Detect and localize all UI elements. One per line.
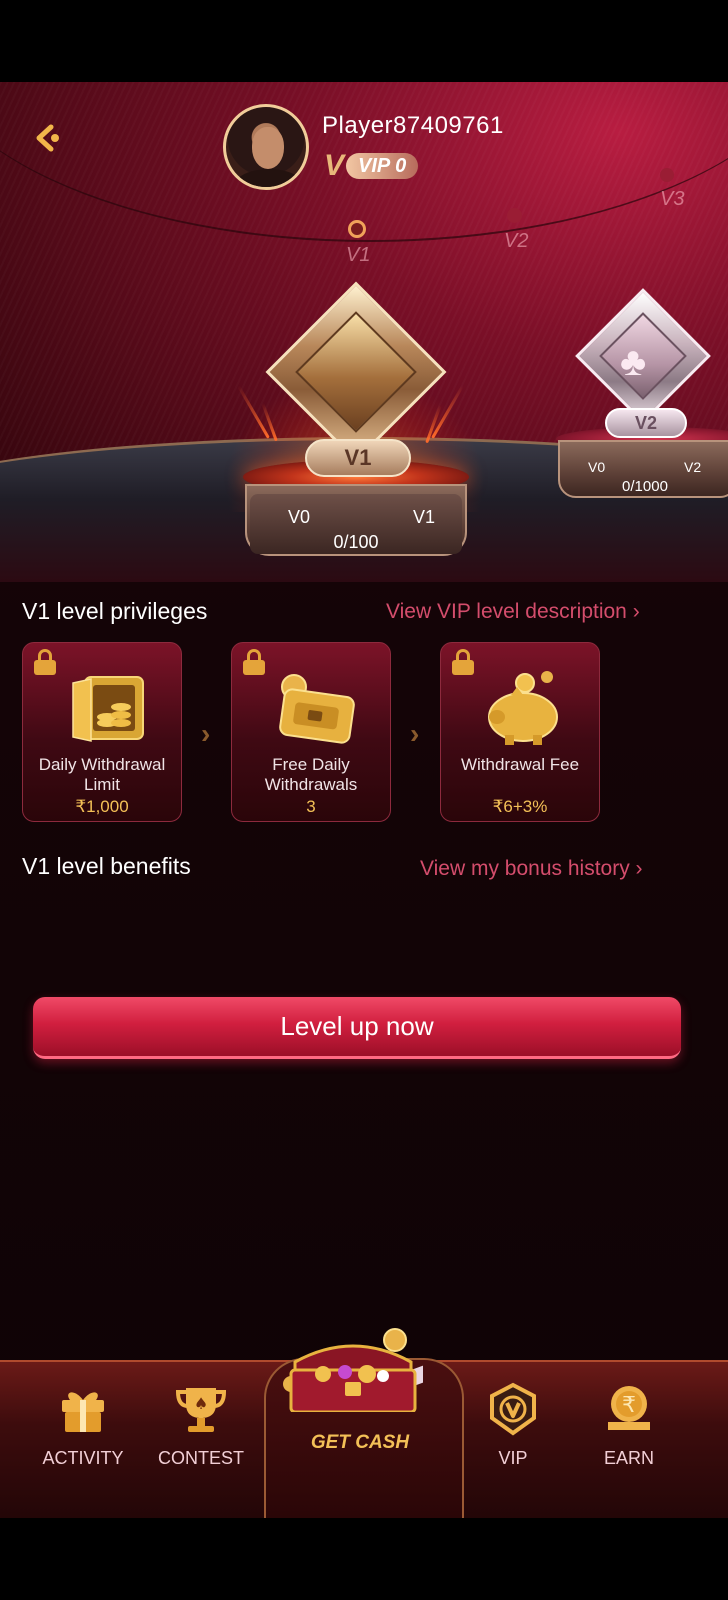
track-label-v3: V3 (660, 188, 685, 210)
lock-icon (33, 649, 57, 675)
privilege-card-withdrawal-fee: Withdrawal Fee ₹6+3% (440, 642, 600, 822)
nav-vip[interactable]: VIP (458, 1382, 568, 1492)
privilege-card-withdrawal-limit: Daily Withdrawal Limit ₹1,000 (22, 642, 182, 822)
track-dot-v1 (348, 220, 366, 238)
track-dot-v3 (660, 168, 674, 182)
vip-level-label: VIP 0 (346, 153, 419, 179)
svg-text:₹: ₹ (622, 1393, 636, 1418)
lock-icon (451, 649, 475, 675)
nav-earn[interactable]: ₹ EARN (574, 1382, 684, 1492)
vip-screen: Player87409761 V VIP 0 V1 V2 V3 V1 V0 V1… (0, 82, 728, 1518)
v2-to-level: V2 (684, 459, 702, 475)
nav-contest-label: CONTEST (157, 1448, 244, 1468)
privilege-value: ₹1,000 (75, 797, 129, 816)
wallet-icon (279, 674, 355, 744)
v2-badge-label: V2 (605, 408, 687, 438)
v2-progress: 0/1000 (622, 478, 668, 495)
club-icon: ♣ (620, 340, 647, 384)
v1-to-level: V1 (413, 507, 436, 527)
nav-get-cash[interactable]: GET CASH (300, 1432, 420, 1454)
track-label-v1: V1 (346, 244, 371, 266)
privilege-value: ₹6+3% (492, 797, 548, 816)
vault-icon (72, 676, 144, 742)
rupee-coin-icon: ₹ (608, 1386, 650, 1430)
chevron-right-icon: › (201, 718, 211, 749)
back-button[interactable] (28, 118, 68, 158)
status-bar-area (0, 0, 728, 82)
v1-progress: 0/100 (333, 532, 379, 552)
bonus-history-link[interactable]: View my bonus history › (420, 857, 643, 881)
privilege-value: 3 (306, 797, 316, 816)
track-dot-v2 (507, 208, 522, 223)
gift-icon (62, 1392, 104, 1432)
v1-from-level: V0 (288, 507, 311, 527)
vip-status-badge: V VIP 0 (324, 149, 419, 182)
benefits-title: V1 level benefits (22, 853, 191, 879)
privilege-title: Daily Withdrawal Limit (38, 755, 166, 794)
trophy-icon: ♠ (175, 1388, 227, 1432)
v1-badge-label: V1 (305, 439, 411, 477)
privilege-title: Withdrawal Fee (460, 755, 580, 774)
vip-v-icon: V (324, 149, 345, 182)
back-arrow-icon (36, 124, 59, 152)
player-name: Player87409761 (322, 112, 504, 139)
treasure-chest-icon (283, 1328, 423, 1412)
piggy-bank-icon (488, 671, 558, 745)
avatar[interactable] (223, 104, 309, 190)
nav-earn-label: EARN (603, 1448, 654, 1468)
vip-shield-icon (490, 1382, 536, 1436)
nav-activity-label: ACTIVITY (42, 1448, 124, 1468)
nav-vip-label: VIP (498, 1448, 528, 1468)
privileges-title: V1 level privileges (22, 598, 208, 624)
lock-icon (242, 649, 266, 675)
vip-description-link[interactable]: View VIP level description › (386, 600, 640, 624)
vip-hero: Player87409761 V VIP 0 V1 V2 V3 V1 V0 V1… (0, 82, 728, 582)
v2-from-level: V0 (588, 459, 606, 475)
track-label-v2: V2 (504, 230, 529, 252)
svg-text:♠: ♠ (194, 1394, 208, 1413)
privilege-card-free-withdrawals: Free Daily Withdrawals 3 (231, 642, 391, 822)
system-nav-area (0, 1518, 728, 1600)
nav-contest[interactable]: ♠ CONTEST (146, 1382, 256, 1492)
nav-activity[interactable]: ACTIVITY (28, 1382, 138, 1492)
level-up-button[interactable]: Level up now (33, 997, 681, 1059)
privilege-title: Free Daily Withdrawals (264, 755, 358, 794)
chevron-right-icon: › (410, 718, 420, 749)
